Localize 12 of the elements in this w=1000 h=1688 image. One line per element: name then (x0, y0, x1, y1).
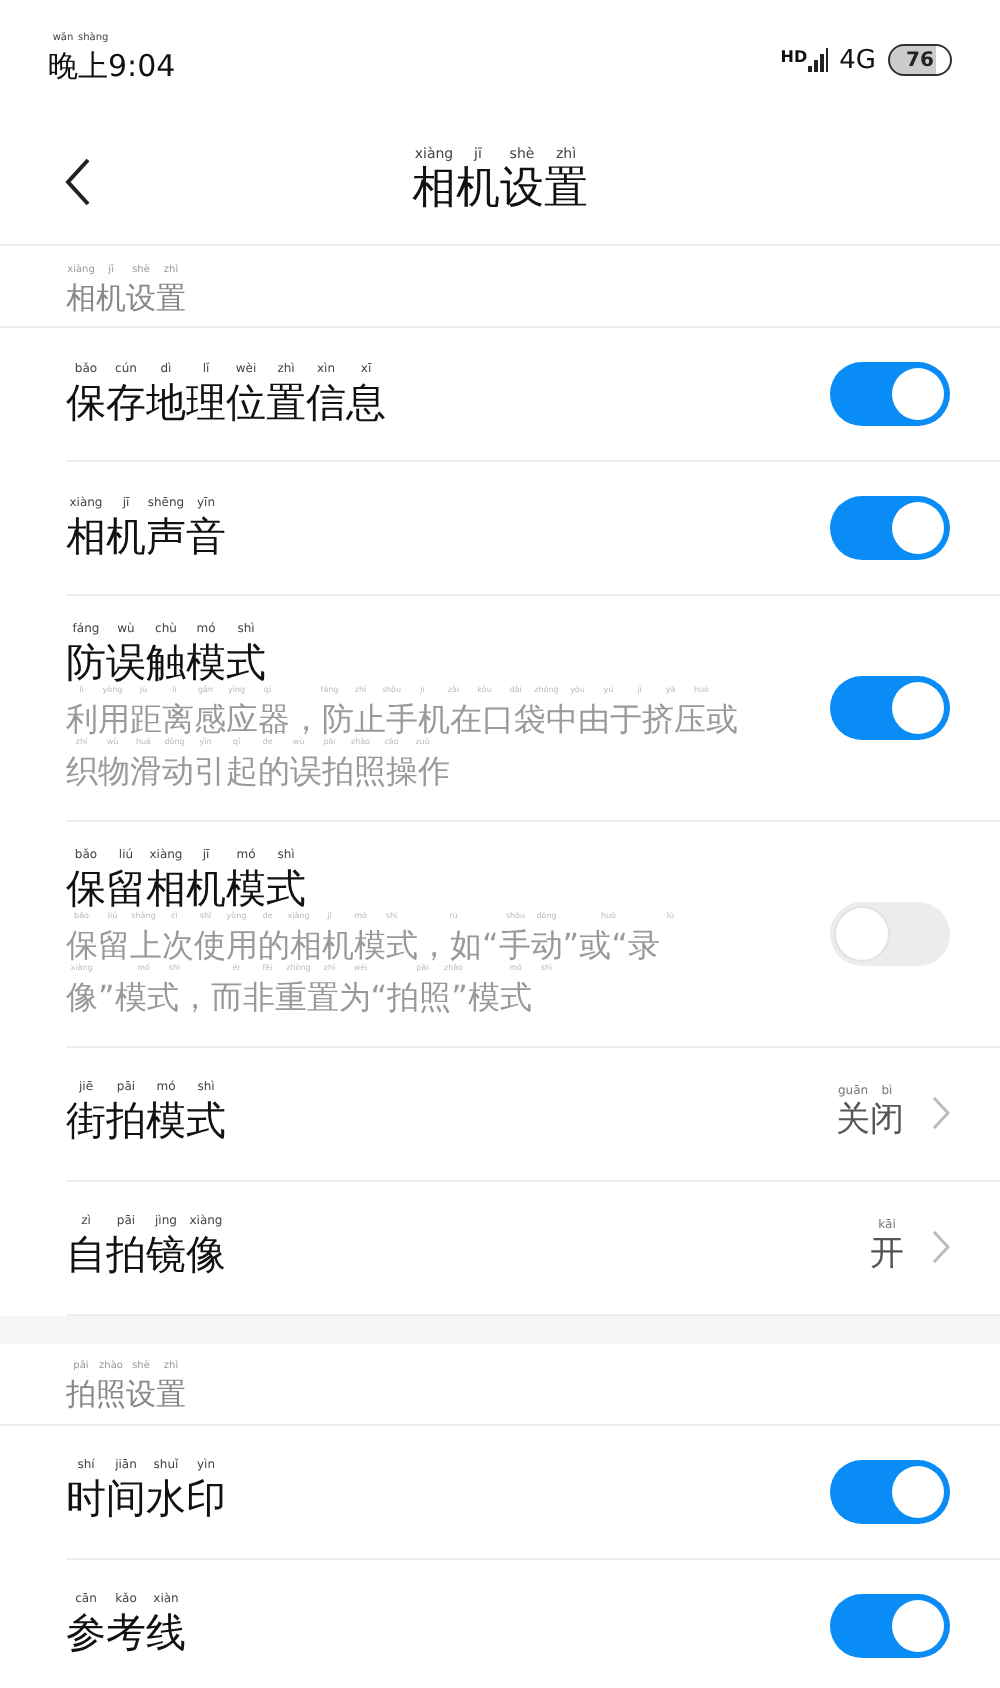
chevron-right-icon (932, 1096, 950, 1131)
toggle-switch[interactable] (830, 1459, 950, 1524)
hd-label: HD (780, 48, 808, 66)
toggle-switch[interactable] (830, 1593, 950, 1658)
battery-icon: 76 (888, 44, 952, 76)
toggle-switch[interactable] (830, 901, 950, 966)
network-label: 4G (839, 45, 876, 75)
toggle-switch[interactable] (830, 496, 950, 560)
chevron-right-icon (932, 1230, 950, 1265)
signal-icon (807, 48, 828, 72)
toggle-switch[interactable] (830, 675, 950, 740)
toggle-switch[interactable] (830, 362, 950, 426)
